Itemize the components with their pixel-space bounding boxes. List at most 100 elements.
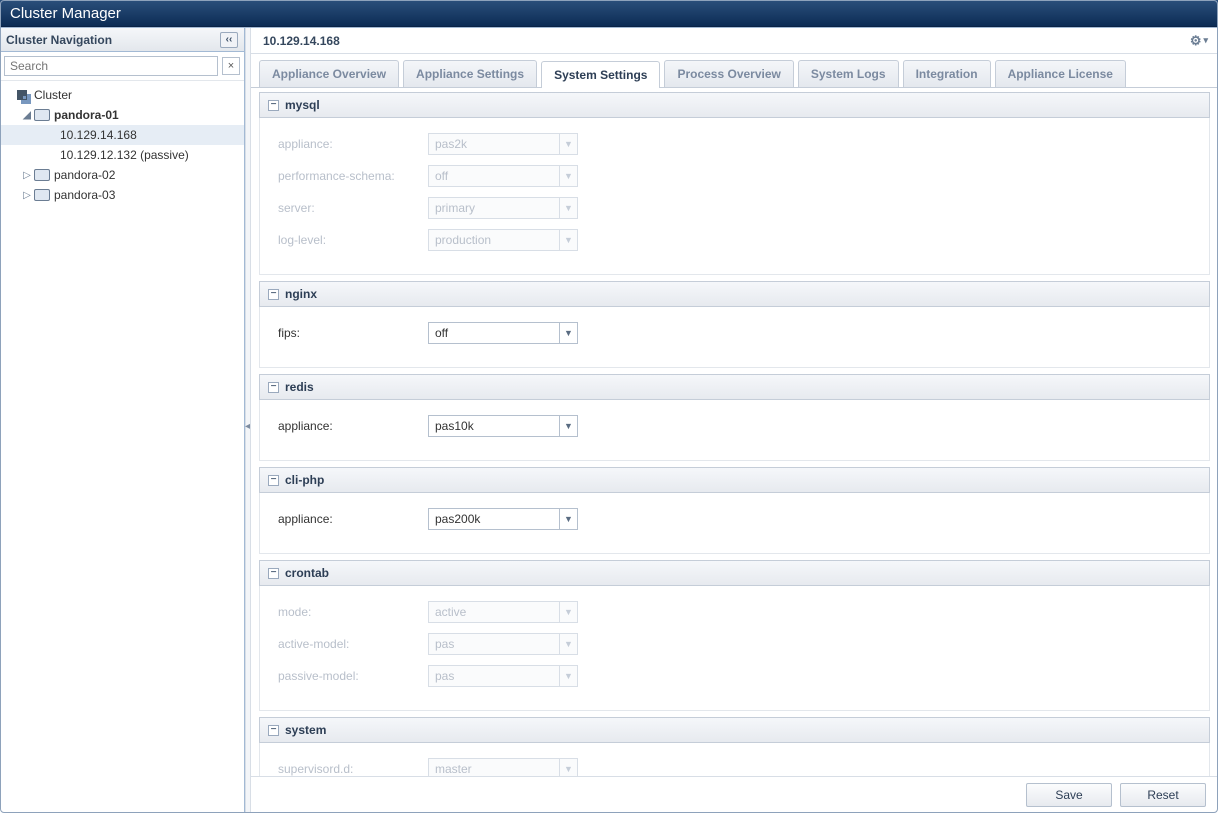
collapse-icon[interactable]: − [268, 568, 279, 579]
host-icon [34, 188, 50, 202]
form-row: server:primary▼ [278, 196, 1191, 220]
tree-host-pandora-03[interactable]: ▷ pandora-03 [0, 185, 244, 205]
collapse-icon[interactable]: − [268, 289, 279, 300]
section-title: cli-php [285, 473, 324, 487]
section-header-nginx[interactable]: −nginx [259, 281, 1210, 307]
section-cli-php: −cli-php appliance:pas200k▼ [259, 467, 1210, 554]
field-value: off [429, 326, 559, 340]
chevron-down-icon: ▼ [559, 759, 577, 776]
sidebar-header: Cluster Navigation ‹‹ [0, 28, 244, 52]
tree-host-pandora-02[interactable]: ▷ pandora-02 [0, 165, 244, 185]
field-select[interactable]: off▼ [428, 322, 578, 344]
field-select: pas▼ [428, 665, 578, 687]
section-mysql: −mysql appliance:pas2k▼ performance-schema… [259, 92, 1210, 275]
tab-appliance-license[interactable]: Appliance License [995, 60, 1126, 87]
settings-menu-button[interactable]: ⚙ ▾ [1190, 33, 1208, 49]
chevron-down-icon[interactable]: ▼ [559, 416, 577, 436]
tab-process-overview[interactable]: Process Overview [664, 60, 793, 87]
tree-node-label: 10.129.12.132 (passive) [60, 148, 189, 162]
expand-arrow-icon[interactable]: ▷ [22, 170, 32, 181]
tree-host-pandora-01[interactable]: ◢ pandora-01 [0, 105, 244, 125]
section-body-redis: appliance:pas10k▼ [259, 400, 1210, 461]
collapse-icon[interactable]: − [268, 100, 279, 111]
host-icon [34, 108, 50, 122]
main-area: Cluster Navigation ‹‹ × Cluster◢ pandora-… [0, 27, 1218, 813]
chevron-down-icon: ▾ [1203, 35, 1208, 46]
field-value: master [429, 762, 559, 776]
tab-bar: Appliance OverviewAppliance SettingsSyst… [251, 54, 1218, 88]
tab-system-settings[interactable]: System Settings [541, 61, 660, 88]
section-header-cli-php[interactable]: −cli-php [259, 467, 1210, 493]
expand-arrow-icon[interactable]: ▷ [22, 190, 32, 201]
expand-arrow-icon[interactable]: ◢ [22, 110, 32, 121]
field-value: pas10k [429, 419, 559, 433]
field-select: active▼ [428, 601, 578, 623]
sidebar-search-row: × [0, 52, 244, 81]
form-row: appliance:pas10k▼ [278, 414, 1191, 438]
field-select: production▼ [428, 229, 578, 251]
save-button[interactable]: Save [1026, 783, 1112, 807]
field-label: appliance: [278, 419, 428, 433]
field-select: off▼ [428, 165, 578, 187]
tree-node[interactable]: 10.129.12.132 (passive) [0, 145, 244, 165]
section-header-redis[interactable]: −redis [259, 374, 1210, 400]
chevron-down-icon: ▼ [559, 634, 577, 654]
chevron-down-icon: ▼ [559, 198, 577, 218]
settings-scroll[interactable]: −mysqlappliance:pas2k▼performance-schema… [251, 88, 1218, 776]
host-icon [34, 168, 50, 182]
content-header: 10.129.14.168 ⚙ ▾ [251, 28, 1218, 54]
tab-integration[interactable]: Integration [903, 60, 991, 87]
chevron-down-icon: ▼ [559, 666, 577, 686]
chevron-down-icon: ▼ [559, 166, 577, 186]
form-row: supervisord.d:master▼ [278, 757, 1191, 776]
tab-system-logs[interactable]: System Logs [798, 60, 899, 87]
collapse-icon[interactable]: − [268, 725, 279, 736]
tree-host-label: pandora-01 [54, 108, 119, 122]
section-body-nginx: fips:off▼ [259, 307, 1210, 368]
tree-root-label: Cluster [34, 88, 72, 102]
chevron-down-icon[interactable]: ▼ [559, 509, 577, 529]
field-value: primary [429, 201, 559, 215]
section-header-system[interactable]: −system [259, 717, 1210, 743]
reset-button[interactable]: Reset [1120, 783, 1206, 807]
field-select[interactable]: pas200k▼ [428, 508, 578, 530]
field-select[interactable]: pas10k▼ [428, 415, 578, 437]
field-label: active-model: [278, 637, 428, 651]
section-body-mysql: appliance:pas2k▼performance-schema:off▼s… [259, 118, 1210, 275]
tree-host-label: pandora-03 [54, 188, 115, 202]
content-pane: 10.129.14.168 ⚙ ▾ Appliance OverviewAppl… [251, 28, 1218, 813]
field-select: primary▼ [428, 197, 578, 219]
chevron-down-icon[interactable]: ▼ [559, 323, 577, 343]
section-title: redis [285, 380, 314, 394]
field-select: pas2k▼ [428, 133, 578, 155]
collapse-icon[interactable]: − [268, 382, 279, 393]
search-input[interactable] [4, 56, 218, 76]
tree-root[interactable]: Cluster [0, 85, 244, 105]
section-crontab: −crontabmode:active▼active-model:pas▼pas… [259, 560, 1210, 711]
sidebar-collapse-button[interactable]: ‹‹ [220, 32, 238, 48]
form-row: passive-model:pas▼ [278, 664, 1191, 688]
tab-appliance-overview[interactable]: Appliance Overview [259, 60, 399, 87]
field-value: off [429, 169, 559, 183]
field-label: log-level: [278, 233, 428, 247]
field-label: appliance: [278, 512, 428, 526]
section-header-crontab[interactable]: −crontab [259, 560, 1210, 586]
section-header-mysql[interactable]: −mysql [259, 92, 1210, 118]
form-row: appliance:pas2k▼ [278, 132, 1191, 156]
field-label: server: [278, 201, 428, 215]
tree-node[interactable]: 10.129.14.168 [0, 125, 244, 145]
collapse-icon[interactable]: − [268, 475, 279, 486]
footer-buttons: Save Reset [251, 776, 1218, 813]
field-value: pas200k [429, 512, 559, 526]
tab-appliance-settings[interactable]: Appliance Settings [403, 60, 537, 87]
sidebar-title: Cluster Navigation [6, 33, 112, 47]
search-clear-button[interactable]: × [222, 57, 240, 75]
section-redis: −redis appliance:pas10k▼ [259, 374, 1210, 461]
field-label: performance-schema: [278, 169, 428, 183]
section-body-crontab: mode:active▼active-model:pas▼passive-mod… [259, 586, 1210, 711]
chevron-down-icon: ▼ [559, 230, 577, 250]
section-system: −system supervisord.d:master▼ [259, 717, 1210, 776]
field-label: passive-model: [278, 669, 428, 683]
sidebar: Cluster Navigation ‹‹ × Cluster◢ pandora-… [0, 28, 245, 813]
tree-host-label: pandora-02 [54, 168, 115, 182]
